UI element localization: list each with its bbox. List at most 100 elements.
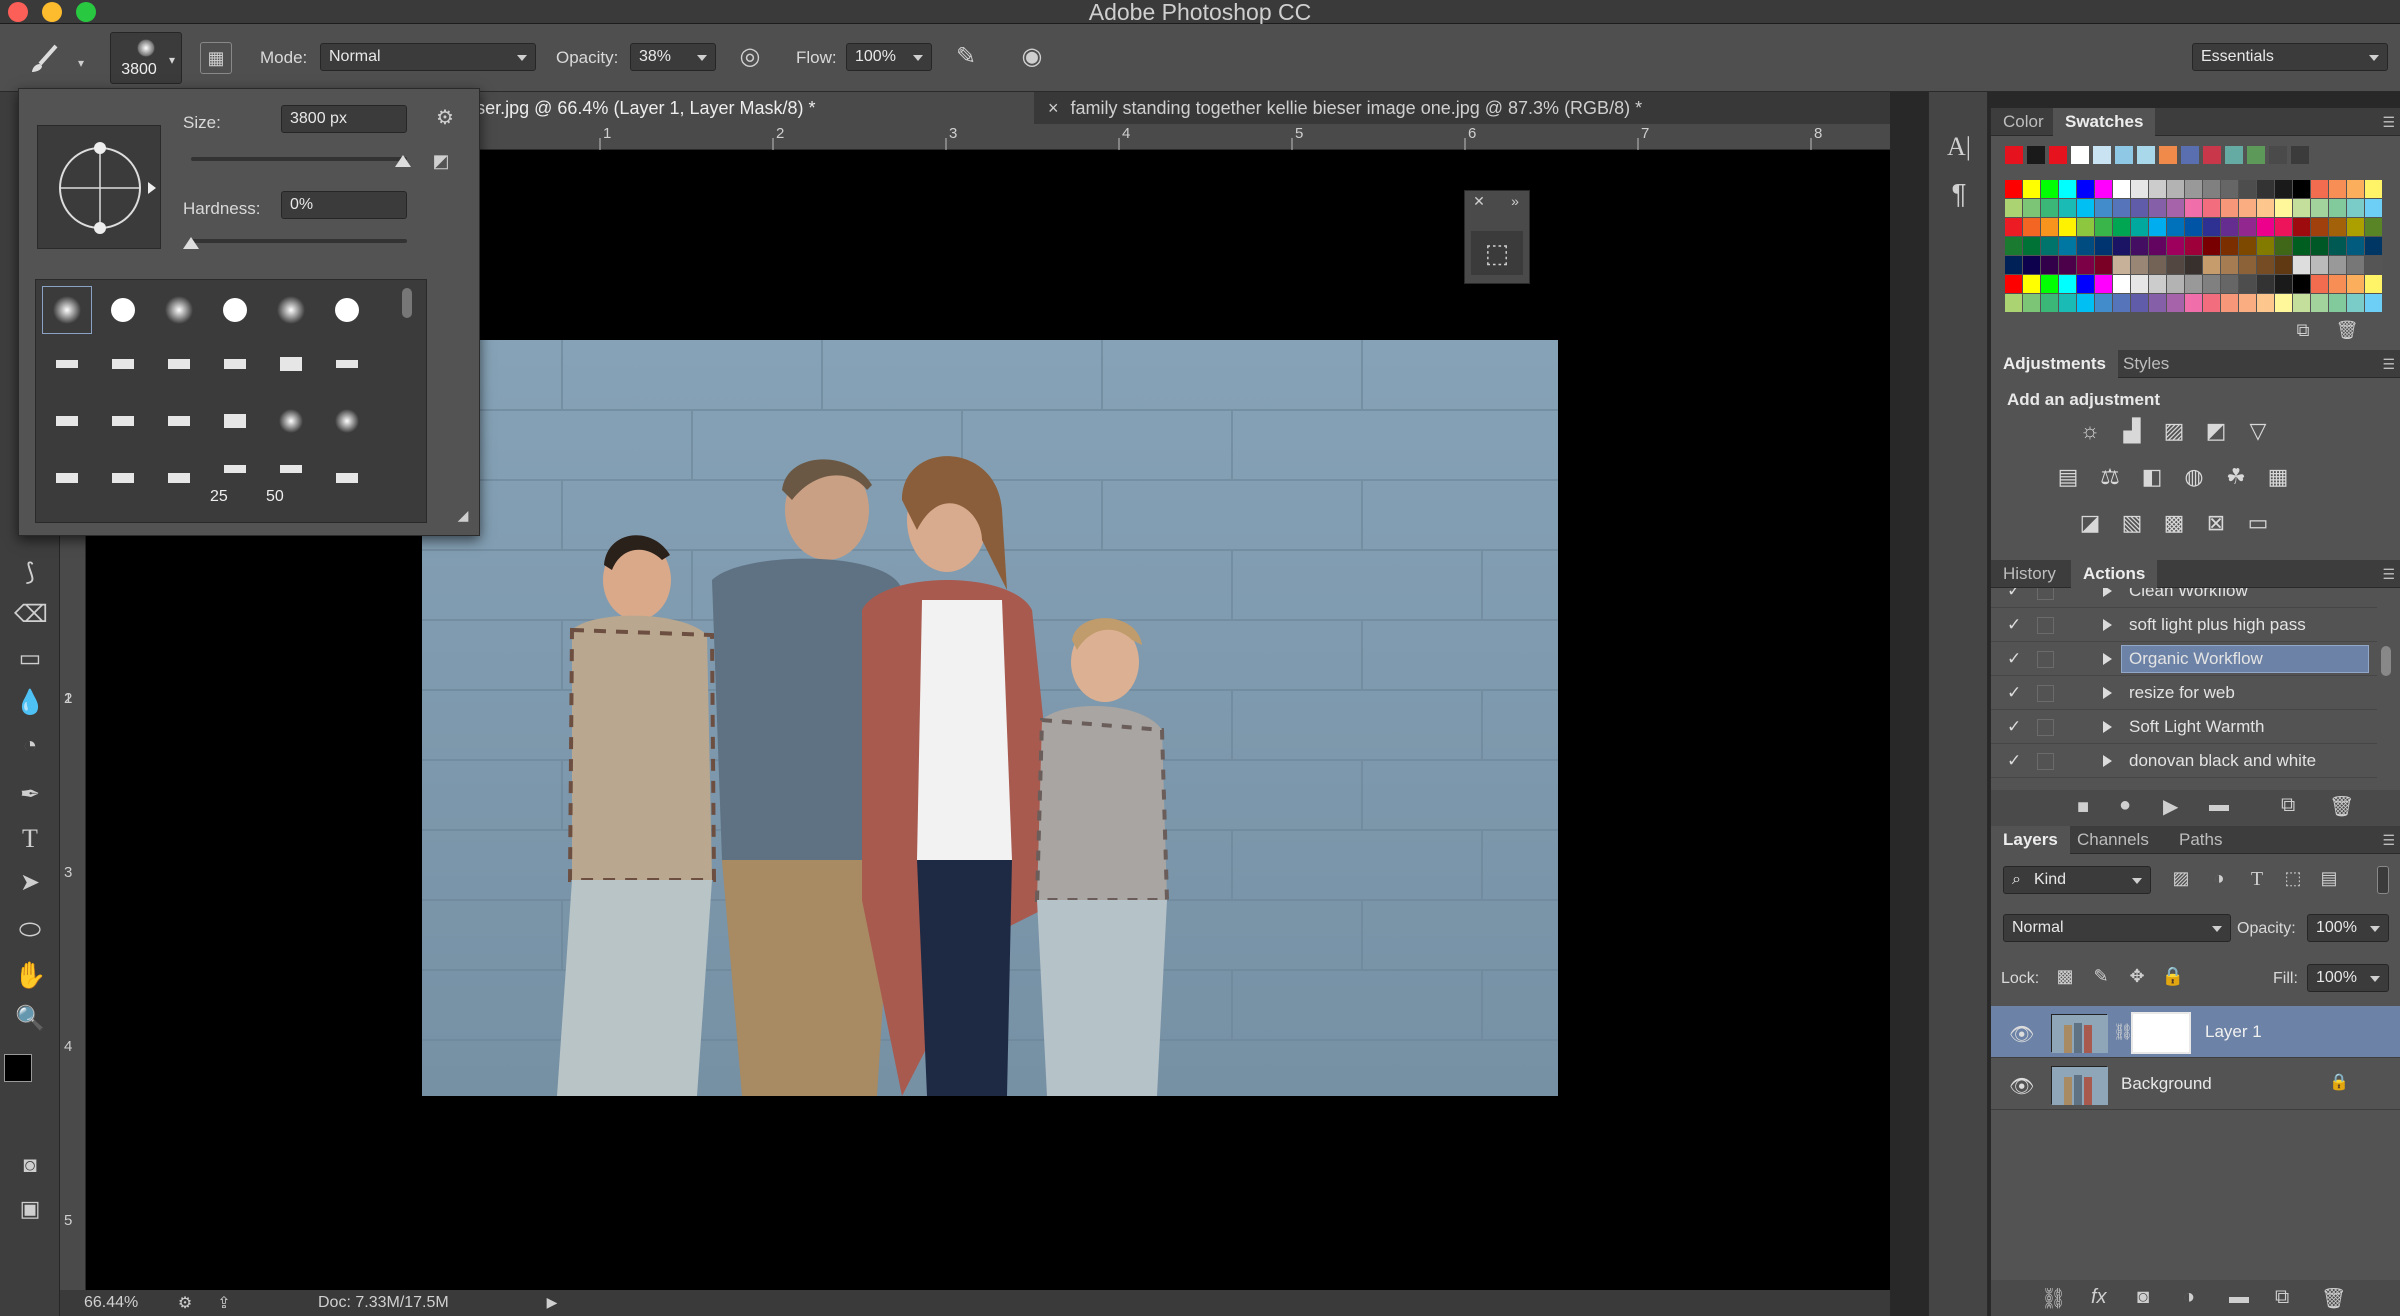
color-swatch[interactable] xyxy=(2005,180,2022,198)
color-balance-icon[interactable]: ⚖ xyxy=(2095,464,2125,490)
dialog-toggle[interactable] xyxy=(2037,617,2054,634)
color-swatch[interactable] xyxy=(2005,146,2023,164)
eraser-tool-icon[interactable]: ⌫ xyxy=(14,600,48,629)
color-swatch[interactable] xyxy=(2005,199,2022,217)
color-swatch[interactable] xyxy=(2203,199,2220,217)
filter-adjustment-icon[interactable]: ◑ xyxy=(2207,868,2231,889)
color-swatch[interactable] xyxy=(2239,256,2256,274)
color-swatch[interactable] xyxy=(2185,294,2202,312)
color-swatch[interactable] xyxy=(2167,180,2184,198)
color-swatch[interactable] xyxy=(2149,275,2166,293)
color-swatch[interactable] xyxy=(2329,180,2346,198)
pen-tool-icon[interactable]: ✒ xyxy=(14,780,46,809)
color-swatch[interactable] xyxy=(2041,294,2058,312)
new-action-icon[interactable]: ⧉ xyxy=(2281,794,2295,817)
color-swatch[interactable] xyxy=(2257,218,2274,236)
color-swatch[interactable] xyxy=(2239,294,2256,312)
layer-fill-field[interactable]: 100% xyxy=(2307,964,2389,992)
color-swatch[interactable] xyxy=(2159,146,2177,164)
color-swatch[interactable] xyxy=(2131,256,2148,274)
color-swatch[interactable] xyxy=(2203,275,2220,293)
color-swatch[interactable] xyxy=(2181,146,2199,164)
foreground-color-swatch[interactable] xyxy=(4,1054,32,1082)
color-swatch[interactable] xyxy=(2203,294,2220,312)
color-swatch[interactable] xyxy=(2293,275,2310,293)
color-swatch[interactable] xyxy=(2185,218,2202,236)
flow-field[interactable]: 100% xyxy=(846,43,932,71)
ellipse-tool-icon[interactable]: ⬭ xyxy=(14,914,46,946)
layer-row[interactable]: 👁 Background 🔒 xyxy=(1991,1058,2400,1110)
color-swatch[interactable] xyxy=(2041,237,2058,255)
threshold-icon[interactable]: ▩ xyxy=(2159,510,2189,536)
hardness-slider[interactable] xyxy=(183,237,407,249)
color-swatch[interactable] xyxy=(2113,275,2130,293)
brush-tool-preset-icon[interactable] xyxy=(26,42,66,76)
exposure-icon[interactable]: ◩ xyxy=(2201,418,2231,444)
color-swatch[interactable] xyxy=(2005,237,2022,255)
dialog-toggle[interactable] xyxy=(2037,685,2054,702)
color-swatch[interactable] xyxy=(2059,199,2076,217)
layer-opacity-field[interactable]: 100% xyxy=(2307,914,2389,942)
panel-menu-icon[interactable]: ☰ xyxy=(2382,114,2395,131)
lock-image-icon[interactable]: ✎ xyxy=(2089,966,2113,987)
color-swatch[interactable] xyxy=(2275,275,2292,293)
scrollbar-thumb[interactable] xyxy=(402,288,412,318)
folder-icon[interactable]: ▬ xyxy=(2209,794,2229,817)
tab-actions[interactable]: Actions xyxy=(2071,560,2158,588)
expand-triangle-icon[interactable] xyxy=(2103,687,2118,699)
record-icon[interactable]: ● xyxy=(2119,794,2131,817)
color-swatch[interactable] xyxy=(2005,218,2022,236)
color-swatch[interactable] xyxy=(2071,146,2089,164)
color-swatch[interactable] xyxy=(2149,180,2166,198)
3d-panel-icon[interactable]: ⬚ xyxy=(1471,231,1523,275)
color-swatch[interactable] xyxy=(2059,256,2076,274)
blur-tool-icon[interactable]: 💧 xyxy=(14,688,46,717)
path-selection-tool-icon[interactable]: ➤ xyxy=(14,868,46,897)
action-row[interactable]: ✓ resize for web xyxy=(1991,676,2377,710)
brush-size-slider[interactable] xyxy=(191,155,411,167)
color-swatch[interactable] xyxy=(2023,218,2040,236)
new-layer-icon[interactable]: ⧉ xyxy=(2275,1286,2289,1309)
timeline-icon[interactable]: ⚙ xyxy=(170,1293,200,1313)
tab-layers[interactable]: Layers xyxy=(1991,826,2070,854)
color-swatch[interactable] xyxy=(2023,199,2040,217)
hardness-field[interactable]: 0% xyxy=(281,191,407,219)
lock-position-icon[interactable]: ✥ xyxy=(2125,966,2149,987)
color-swatch[interactable] xyxy=(2113,256,2130,274)
color-swatch[interactable] xyxy=(2149,237,2166,255)
filter-toggle[interactable] xyxy=(2377,866,2389,894)
color-swatch[interactable] xyxy=(2041,180,2058,198)
color-swatch[interactable] xyxy=(2077,256,2094,274)
color-swatch[interactable] xyxy=(2167,199,2184,217)
dodge-tool-icon[interactable]: ◔ xyxy=(14,732,46,760)
invert-icon[interactable]: ◪ xyxy=(2075,510,2105,536)
color-swatch[interactable] xyxy=(2023,237,2040,255)
color-swatch[interactable] xyxy=(2027,146,2045,164)
color-swatch[interactable] xyxy=(2293,294,2310,312)
pressure-opacity-icon[interactable]: ◎ xyxy=(734,42,766,74)
opacity-field[interactable]: 38% xyxy=(630,43,716,71)
color-swatch[interactable] xyxy=(2311,199,2328,217)
close-tab-icon[interactable]: × xyxy=(1048,98,1059,118)
color-swatch[interactable] xyxy=(2077,294,2094,312)
tab-adjustments[interactable]: Adjustments xyxy=(1991,350,2118,378)
color-swatch[interactable] xyxy=(2329,237,2346,255)
panel-menu-icon[interactable]: ☰ xyxy=(2382,832,2395,849)
scrollbar-thumb[interactable] xyxy=(2381,646,2391,676)
color-swatch[interactable] xyxy=(2023,294,2040,312)
color-swatch[interactable] xyxy=(2149,256,2166,274)
color-swatch[interactable] xyxy=(2275,256,2292,274)
tab-channels[interactable]: Channels xyxy=(2065,826,2161,854)
check-icon[interactable]: ✓ xyxy=(2007,710,2021,744)
color-swatch[interactable] xyxy=(2347,218,2364,236)
color-swatch[interactable] xyxy=(2257,237,2274,255)
color-swatch[interactable] xyxy=(2269,146,2287,164)
gradient-map-icon[interactable]: ▭ xyxy=(2243,510,2273,536)
brush-angle-preview[interactable] xyxy=(37,125,161,249)
color-swatch[interactable] xyxy=(2257,294,2274,312)
check-icon[interactable]: ✓ xyxy=(2007,588,2021,608)
color-swatch[interactable] xyxy=(2095,199,2112,217)
color-swatch[interactable] xyxy=(2221,199,2238,217)
lock-transparent-icon[interactable]: ▩ xyxy=(2053,966,2077,987)
color-swatch[interactable] xyxy=(2293,180,2310,198)
